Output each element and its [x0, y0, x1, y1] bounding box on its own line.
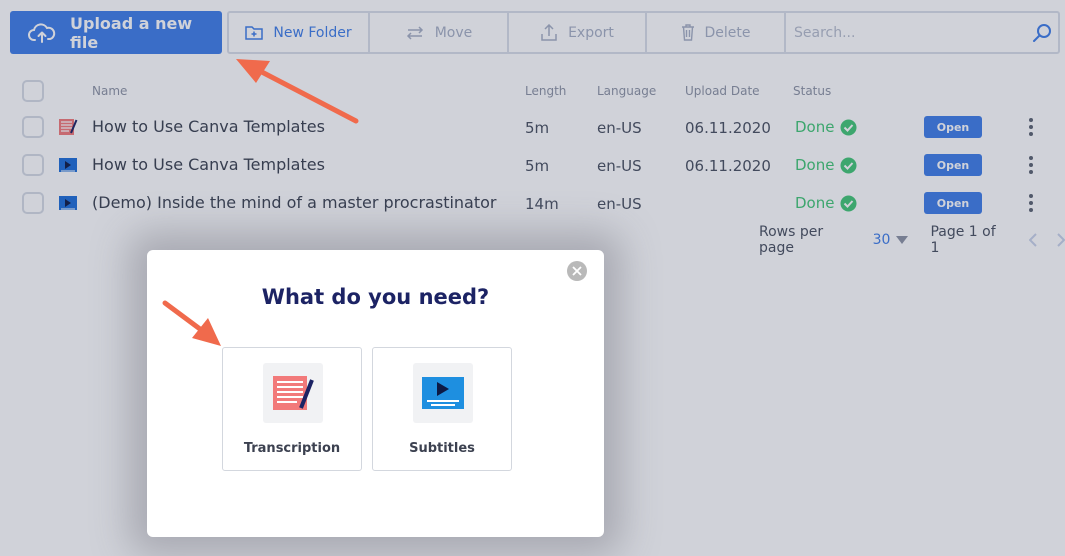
close-icon: [572, 266, 582, 276]
subtitles-icon: [422, 377, 464, 409]
subtitles-label: Subtitles: [409, 441, 475, 456]
transcription-option[interactable]: Transcription: [222, 347, 362, 471]
close-button[interactable]: [567, 261, 587, 281]
what-do-you-need-dialog: What do you need? Transcription Subtitle…: [147, 250, 604, 537]
subtitles-option[interactable]: Subtitles: [372, 347, 512, 471]
dialog-title: What do you need?: [261, 285, 490, 309]
transcription-icon-box: [263, 363, 323, 423]
transcription-icon: [273, 376, 314, 410]
transcription-label: Transcription: [243, 441, 341, 456]
subtitles-icon-box: [413, 363, 473, 423]
